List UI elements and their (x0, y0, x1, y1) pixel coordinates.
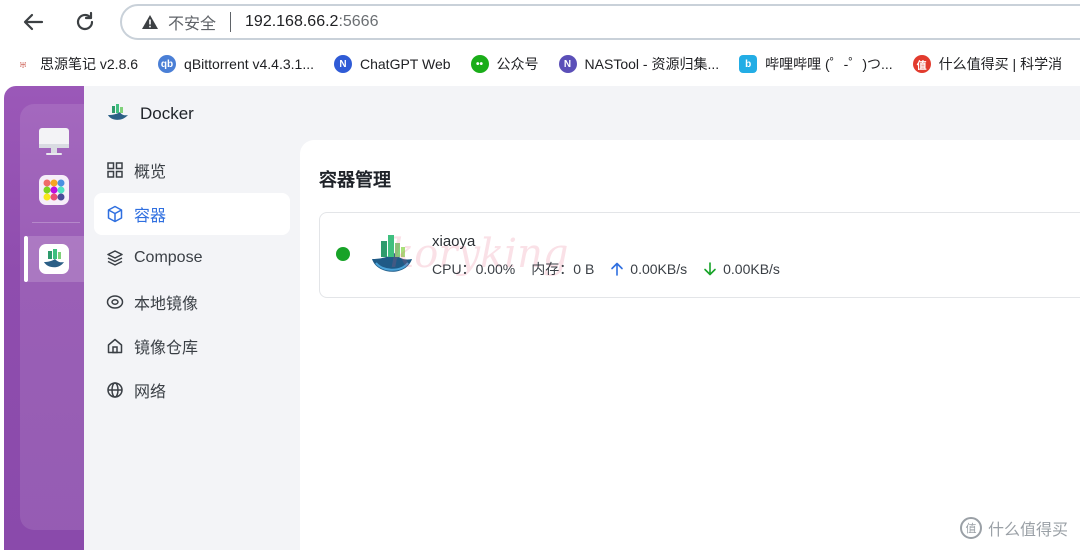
smzdm-icon: 值 (912, 55, 931, 73)
nav-compose[interactable]: Compose (94, 237, 290, 279)
app-title: Docker (140, 104, 194, 123)
warning-icon (140, 12, 160, 32)
dock-desktop[interactable] (38, 126, 70, 158)
bookmark-nastool[interactable]: N NASTool - 资源归集... (558, 54, 720, 74)
dock-app-center[interactable] (38, 174, 70, 206)
qbittorrent-icon: qb (158, 55, 177, 73)
reload-icon (76, 11, 94, 31)
site-watermark: 值 什么值得买 (959, 516, 1068, 540)
bookmark-label: NASTool - 资源归集... (584, 56, 720, 72)
download-speed: 0.00KB/s (723, 261, 780, 277)
docker-app-icon (39, 244, 69, 274)
dock-docker[interactable] (38, 243, 70, 275)
arrow-up-icon (610, 262, 624, 276)
nav-overview[interactable]: 概览 (94, 149, 290, 191)
url-host: 192.168.66.2 (245, 13, 339, 30)
bilibili-icon: b (739, 55, 758, 73)
url-port: :5666 (338, 13, 379, 30)
nav-local-images[interactable]: 本地镜像 (94, 281, 290, 323)
nav-network[interactable]: 网络 (94, 369, 290, 411)
app-dock (4, 86, 84, 550)
layers-icon (106, 249, 124, 267)
siyuan-icon: ♅ (17, 56, 29, 72)
chatgpt-icon: N (334, 55, 352, 73)
nastool-icon: N (558, 55, 577, 73)
nas-app-window: Docker 概览 容器 Compose 本地镜像 镜像仓库 网络 容器管理 k… (4, 86, 1080, 550)
nav-label: 镜像仓库 (134, 340, 199, 357)
arrow-down-icon (703, 262, 717, 276)
cpu-value: 0.00% (475, 261, 516, 277)
bookmark-siyuan[interactable]: ♅ 思源笔记 v2.8.6 (14, 54, 138, 74)
cpu-label: CPU： (432, 261, 476, 277)
memory-value: 0 B (573, 261, 595, 277)
site-watermark-text: 什么值得买 (987, 522, 1068, 539)
bookmark-label: 什么值得买 | 科学消 (938, 56, 1063, 72)
reload-button[interactable] (70, 8, 100, 36)
bookmark-qbittorrent[interactable]: qb qBittorrent v4.4.3.1... (158, 55, 314, 73)
app-header: Docker (106, 102, 194, 126)
memory-label: 内存： (531, 261, 574, 277)
nav-image-registry[interactable]: 镜像仓库 (94, 325, 290, 367)
container-card[interactable]: koryking xiaoya CPU： 0.00% 内存： 0 B 0.00K… (319, 212, 1080, 298)
bookmarks-bar: ♅ 思源笔记 v2.8.6 qb qBittorrent v4.4.3.1...… (0, 44, 1080, 84)
nav-label: 网络 (134, 384, 167, 401)
main-panel: 容器管理 koryking xiaoya CPU： 0.00% 内存： 0 B … (300, 140, 1080, 550)
arrow-left-icon (23, 13, 44, 31)
cube-icon (106, 205, 124, 223)
nav-label: Compose (134, 249, 203, 266)
wechat-icon: •• (470, 55, 489, 73)
upload-speed: 0.00KB/s (630, 261, 688, 277)
container-name: xiaoya (432, 233, 476, 250)
bookmark-label: ChatGPT Web (360, 56, 451, 72)
nav-containers[interactable]: 容器 (94, 193, 290, 235)
xiaoya-app-icon (370, 229, 414, 279)
back-button[interactable] (18, 8, 48, 36)
dock-panel (20, 104, 84, 530)
status-running-indicator (336, 247, 350, 261)
bookmark-smzdm[interactable]: 值 什么值得买 | 科学消 (912, 54, 1063, 74)
bookmark-label: 哔哩哔哩 (゜-゜)つ... (765, 56, 893, 72)
bookmark-chatgpt[interactable]: N ChatGPT Web (334, 55, 451, 73)
dock-divider (32, 222, 80, 223)
grid-icon (106, 161, 124, 179)
address-bar[interactable]: 不安全 192.168.66.2 :5666 (120, 4, 1080, 40)
nav-label: 概览 (134, 164, 167, 181)
nav-label: 本地镜像 (134, 296, 199, 313)
docker-logo-icon (108, 104, 128, 120)
bookmark-wechat[interactable]: •• 公众号 (470, 54, 539, 74)
app-grid-icon (39, 175, 69, 205)
bookmark-label: 公众号 (496, 56, 539, 72)
monitor-icon (39, 128, 69, 155)
bookmark-label: qBittorrent v4.4.3.1... (184, 56, 314, 72)
home-icon (106, 337, 124, 355)
bookmark-label: 思源笔记 v2.8.6 (40, 56, 139, 72)
dock-active-indicator (24, 236, 28, 282)
browser-toolbar: 不安全 192.168.66.2 :5666 (0, 0, 1080, 44)
nav-label: 容器 (134, 208, 167, 225)
container-stats: CPU： 0.00% 内存： 0 B 0.00KB/s 0.00KB/s (432, 259, 780, 279)
security-label[interactable]: 不安全 (168, 10, 216, 34)
globe-icon (106, 381, 124, 399)
disk-icon (106, 293, 124, 311)
bookmark-bilibili[interactable]: b 哔哩哔哩 (゜-゜)つ... (739, 54, 893, 74)
separator (230, 12, 232, 32)
smzdm-watermark-icon: 值 (959, 517, 982, 539)
sidebar: Docker 概览 容器 Compose 本地镜像 镜像仓库 网络 (84, 86, 300, 550)
page-title: 容器管理 (319, 170, 391, 190)
